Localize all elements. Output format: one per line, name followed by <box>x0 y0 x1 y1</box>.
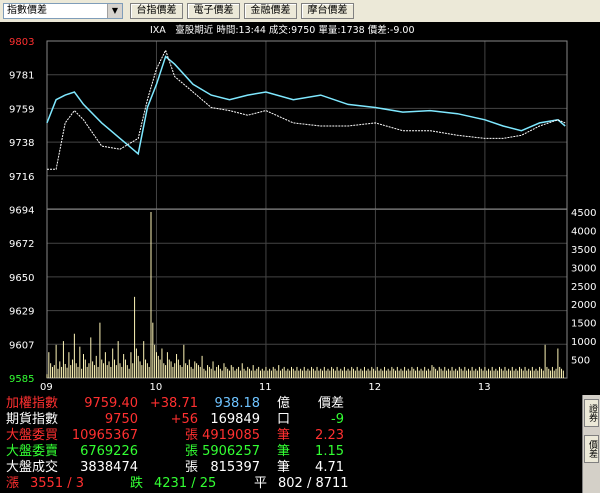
summary-row: 加權指數 9759.40 +38.71 938.18 億 價差 <box>0 396 582 412</box>
summary-row: 期貨指數 9750 +56 169849 口 -9 <box>0 412 582 428</box>
volume-tick-label: 3500 <box>571 245 596 256</box>
summary-row: 大盤成交 3838474 張 815397 筆 4.71 <box>0 460 582 476</box>
time-tick-label: 10 <box>149 382 162 393</box>
volume-tick-label: 3000 <box>571 263 596 274</box>
summary-cell: 3838474 <box>80 460 138 475</box>
summary-cell: 跌 <box>130 476 144 491</box>
summary-cell: 億 <box>276 396 290 411</box>
intraday-chart: IXA 臺股期近 時間:13:44 成交:9750 單量:1738 價差:-9.… <box>0 22 600 395</box>
summary-cell: 2.23 <box>315 428 344 443</box>
summary-cell: 大盤成交 <box>6 460 59 475</box>
summary-cell: 4231 / 25 <box>154 476 217 491</box>
summary-cell: 漲 <box>6 476 20 491</box>
volume-tick-label: 1500 <box>571 319 596 330</box>
price-tick-label: 9650 <box>9 273 34 284</box>
status-line: IXA 臺股期近 時間:13:44 成交:9750 單量:1738 價差:-9.… <box>150 24 415 36</box>
price-tick-label: 9759 <box>9 104 34 115</box>
side-tab-bar: 證券 價差 <box>582 395 600 493</box>
toolbar: 指數價差 ▼ 台指價差 電子價差 金融價差 摩台價差 <box>0 0 600 23</box>
summary-cell: 938.18 <box>214 396 261 411</box>
summary-cell: -9 <box>331 412 344 427</box>
time-tick-label: 09 <box>40 382 53 393</box>
price-tick-label: 9694 <box>9 206 34 217</box>
time-tick-label: 12 <box>368 382 381 393</box>
summary-cell: +56 <box>170 412 198 427</box>
summary-cell: 加權指數 <box>6 396 59 411</box>
price-tick-label: 9607 <box>9 340 34 351</box>
time-tick-label: 13 <box>478 382 491 393</box>
summary-cell: 4.71 <box>315 460 344 475</box>
summary-cell: 張 <box>184 444 198 459</box>
volume-tick-label: 4500 <box>571 208 596 219</box>
summary-cell: 張 <box>184 460 198 475</box>
price-tick-label: 9672 <box>9 239 34 250</box>
summary-cell: 筆 <box>276 428 290 443</box>
select-value: 指數價差 <box>7 5 47 16</box>
summary-cell: 802 / 8711 <box>278 476 349 491</box>
summary-cell: 10965367 <box>71 428 138 443</box>
volume-tick-label: 2000 <box>571 300 596 311</box>
volume-tick-label: 2500 <box>571 282 596 293</box>
summary-cell: 口 <box>276 412 290 427</box>
chevron-down-icon[interactable]: ▼ <box>107 4 122 18</box>
index-select-dropdown[interactable]: 指數價差 ▼ <box>3 3 123 19</box>
summary-cell: 筆 <box>276 460 290 475</box>
summary-cell: 張 <box>184 428 198 443</box>
summary-cell: 4919085 <box>202 428 260 443</box>
tab-spread[interactable]: 價差 <box>584 435 599 463</box>
summary-cell: +38.71 <box>149 396 198 411</box>
summary-row: 大盤委賣 6769226 張 5906257 筆 1.15 <box>0 444 582 460</box>
price-tick-label: 9716 <box>9 172 34 183</box>
summary-cell: 815397 <box>210 460 260 475</box>
summary-cell: 169849 <box>210 412 260 427</box>
tab-securities[interactable]: 證券 <box>584 399 599 427</box>
price-tick-label: 9585 <box>9 374 34 385</box>
summary-cell: 期貨指數 <box>6 412 59 427</box>
summary-row: 大盤委買 10965367 張 4919085 筆 2.23 <box>0 428 582 444</box>
summary-cell: 3551 / 3 <box>30 476 84 491</box>
summary-cell: 9750 <box>104 412 138 427</box>
price-tick-label: 9629 <box>9 307 34 318</box>
msci-spread-button[interactable]: 摩台價差 <box>301 3 354 19</box>
volume-tick-label: 500 <box>571 356 590 367</box>
summary-cell: 筆 <box>276 444 290 459</box>
summary-cell: 9759.40 <box>84 396 138 411</box>
price-tick-label: 9738 <box>9 138 34 149</box>
summary-cell: 5906257 <box>202 444 260 459</box>
summary-cell: 價差 <box>317 396 344 411</box>
market-summary-panel: 加權指數 9759.40 +38.71 938.18 億 價差期貨指數 9750 +56 169… <box>0 395 582 493</box>
price-tick-label: 9803 <box>9 37 34 48</box>
summary-cell: 大盤委賣 <box>6 444 59 459</box>
finance-spread-button[interactable]: 金融價差 <box>244 3 297 19</box>
electronics-spread-button[interactable]: 電子價差 <box>187 3 240 19</box>
taiex-spread-button[interactable]: 台指價差 <box>130 3 183 19</box>
price-tick-label: 9781 <box>9 71 34 82</box>
volume-tick-label: 4000 <box>571 226 596 237</box>
summary-cell: 平 <box>254 476 268 491</box>
volume-axis: 4500 4000 3500 3000 2500 2000 1500 1000 500 <box>571 208 596 367</box>
time-tick-label: 11 <box>259 382 272 393</box>
summary-row: 漲 3551 / 3 跌 4231 / 25 平 802 / 8711 <box>0 476 582 492</box>
summary-cell: 6769226 <box>80 444 138 459</box>
summary-cell: 1.15 <box>315 444 344 459</box>
volume-tick-label: 1000 <box>571 337 596 348</box>
summary-cell: 大盤委買 <box>6 428 59 443</box>
